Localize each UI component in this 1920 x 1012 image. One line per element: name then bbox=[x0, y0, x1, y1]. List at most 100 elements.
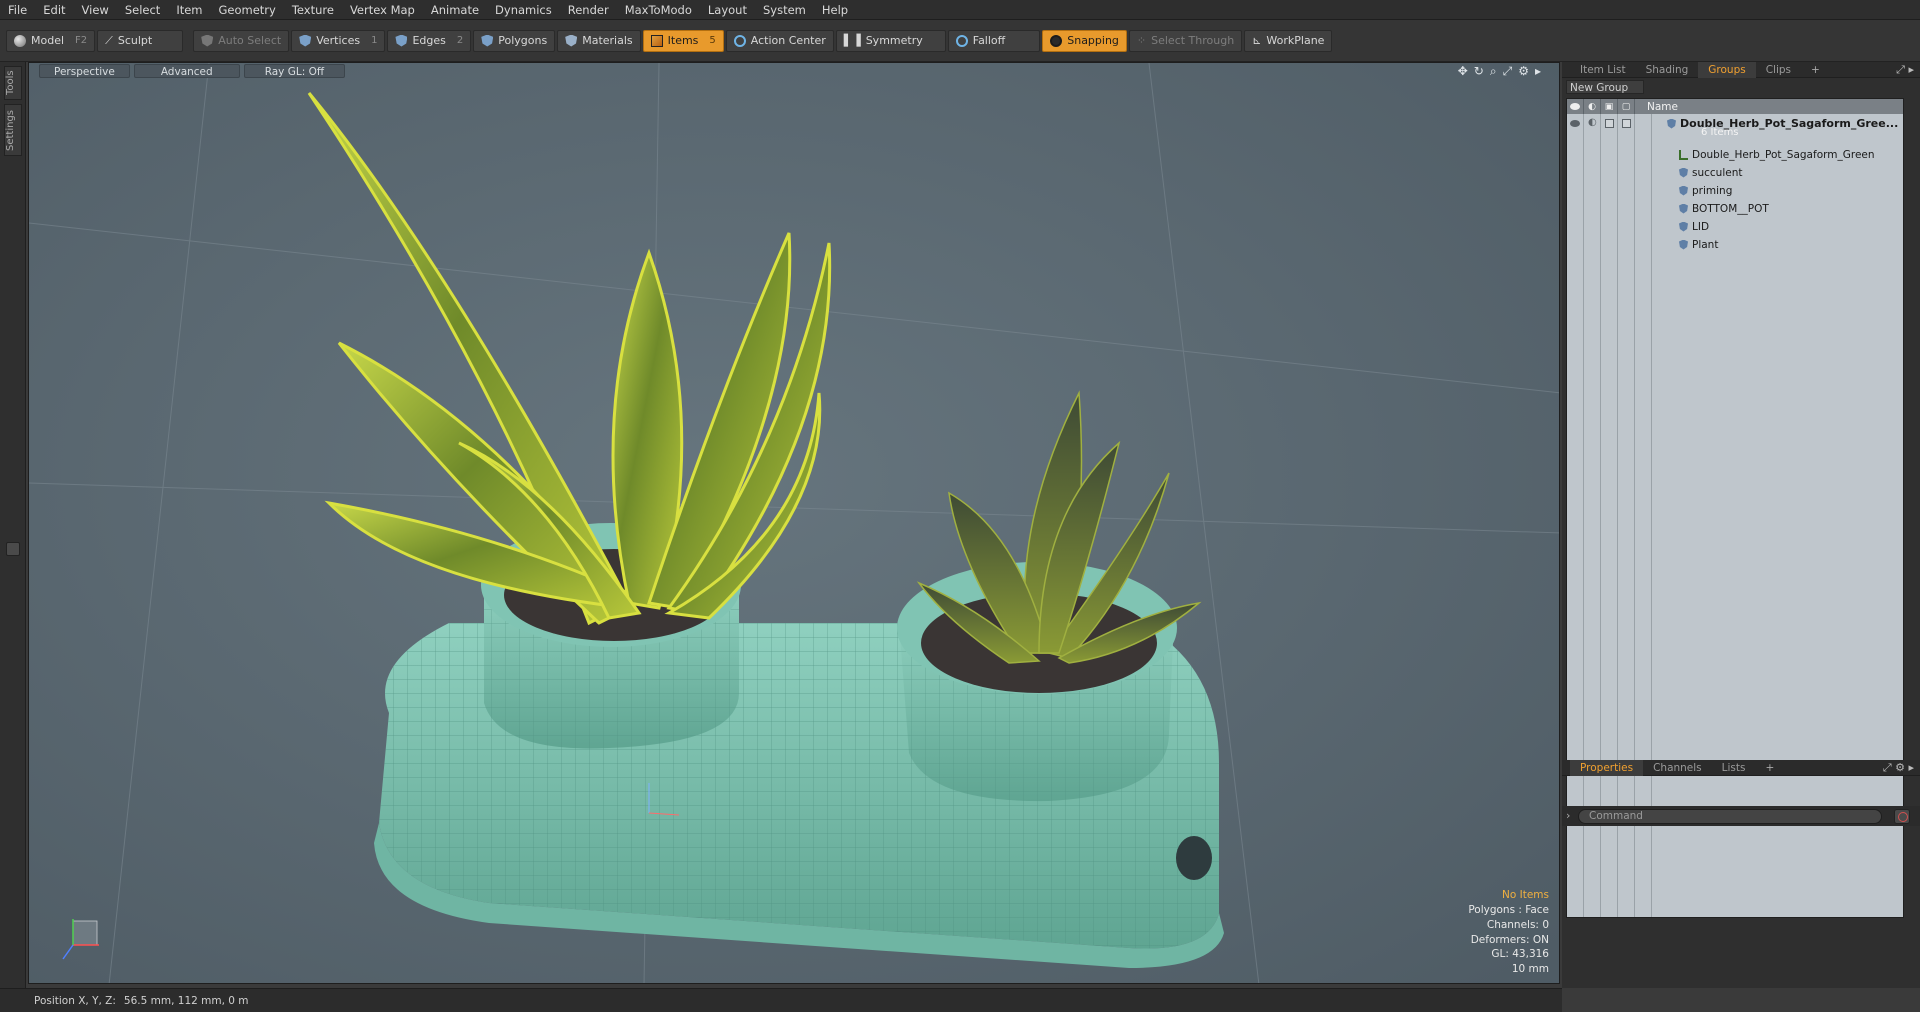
panel-toggle-button[interactable] bbox=[6, 542, 20, 556]
menu-maxtomodo[interactable]: MaxToModo bbox=[617, 0, 700, 20]
position-value: 56.5 mm, 112 mm, 0 m bbox=[123, 994, 249, 1007]
command-input[interactable]: Command bbox=[1578, 809, 1882, 824]
select-column-icon[interactable]: ▢ bbox=[1618, 99, 1635, 114]
maximize-icon[interactable]: ⤢ bbox=[1503, 64, 1513, 79]
edges-button[interactable]: Edges 2 bbox=[387, 29, 472, 52]
bottom-panel-tabs: Properties Channels Lists + ⤢ ⚙ ▸ bbox=[1562, 759, 1920, 776]
menu-layout[interactable]: Layout bbox=[700, 0, 755, 20]
visibility-column-icon[interactable] bbox=[1567, 99, 1584, 114]
render-toggle-icon[interactable]: ◐ bbox=[1588, 117, 1597, 128]
list-item[interactable]: succulent bbox=[1567, 165, 1903, 180]
polygons-button[interactable]: Polygons bbox=[473, 29, 556, 52]
vertices-icon bbox=[299, 34, 312, 47]
select-checkbox[interactable] bbox=[1622, 119, 1631, 128]
add-tab-button[interactable]: + bbox=[1755, 760, 1784, 776]
shading-mode-button[interactable]: Advanced bbox=[133, 64, 240, 78]
gear-icon[interactable]: ⚙ bbox=[1518, 64, 1529, 79]
menu-help[interactable]: Help bbox=[814, 0, 856, 20]
action-center-icon bbox=[733, 34, 746, 47]
zoom-icon[interactable]: ⌕ bbox=[1490, 64, 1497, 79]
tab-groups[interactable]: Groups bbox=[1698, 61, 1756, 78]
position-label: Position X, Y, Z: bbox=[34, 994, 116, 1007]
action-center-button[interactable]: Action Center bbox=[725, 29, 834, 52]
menu-item[interactable]: Item bbox=[168, 0, 210, 20]
hud-deformers: Deformers: ON bbox=[1470, 933, 1549, 946]
model-button[interactable]: Model F2 bbox=[6, 29, 96, 52]
tab-shading[interactable]: Shading bbox=[1636, 62, 1699, 78]
vertices-button[interactable]: Vertices 1 bbox=[291, 29, 386, 52]
workplane-button[interactable]: ⊾ WorkPlane bbox=[1244, 29, 1333, 52]
tab-channels[interactable]: Channels bbox=[1643, 760, 1712, 776]
chevron-right-icon[interactable]: ▸ bbox=[1535, 64, 1541, 79]
snapping-button[interactable]: Snapping bbox=[1042, 29, 1127, 52]
main-toolbar: Model F2 ⟋ Sculpt Auto Select Vertices 1 Ed… bbox=[0, 20, 1920, 62]
symmetry-button[interactable]: ▌▐ Symmetry bbox=[835, 29, 946, 52]
model-icon bbox=[14, 34, 26, 47]
items-icon bbox=[650, 34, 663, 47]
menu-edit[interactable]: Edit bbox=[35, 0, 73, 20]
list-item[interactable]: Plant bbox=[1567, 237, 1903, 252]
sculpt-button[interactable]: ⟋ Sculpt bbox=[97, 29, 184, 52]
list-item[interactable]: BOTTOM__POT bbox=[1567, 201, 1903, 216]
tab-lists[interactable]: Lists bbox=[1712, 760, 1756, 776]
mesh-icon bbox=[1679, 185, 1688, 196]
tools-tab[interactable]: Tools bbox=[4, 66, 22, 100]
menu-vertex-map[interactable]: Vertex Map bbox=[342, 0, 423, 20]
add-tab-button[interactable]: + bbox=[1801, 62, 1830, 78]
tab-item-list[interactable]: Item List bbox=[1570, 62, 1636, 78]
rotate-icon[interactable]: ↻ bbox=[1474, 64, 1484, 79]
menu-file[interactable]: File bbox=[0, 0, 35, 20]
lock-checkbox[interactable] bbox=[1605, 119, 1614, 128]
list-item[interactable]: LID bbox=[1567, 219, 1903, 234]
list-item[interactable]: priming bbox=[1567, 183, 1903, 198]
mesh-icon bbox=[1679, 239, 1688, 250]
menu-bar: File Edit View Select Item Geometry Texture Ver… bbox=[0, 0, 1920, 20]
new-group-button[interactable]: New Group bbox=[1566, 80, 1644, 94]
tab-clips[interactable]: Clips bbox=[1756, 62, 1801, 78]
menu-system[interactable]: System bbox=[755, 0, 814, 20]
pan-icon[interactable]: ✥ bbox=[1458, 64, 1468, 79]
view-perspective-button[interactable]: Perspective bbox=[39, 64, 130, 78]
edges-icon bbox=[395, 34, 408, 47]
render-column-icon[interactable]: ◐ bbox=[1584, 99, 1601, 114]
axis-gizmo bbox=[62, 919, 99, 960]
menu-select[interactable]: Select bbox=[117, 0, 168, 20]
command-history-button[interactable] bbox=[1894, 809, 1910, 824]
3d-viewport[interactable]: Perspective Advanced Ray GL: Off ✥ ↻ ⌕ ⤢… bbox=[28, 62, 1560, 984]
group-icon bbox=[1667, 118, 1676, 129]
tab-properties[interactable]: Properties bbox=[1570, 759, 1644, 776]
falloff-icon bbox=[955, 34, 968, 47]
auto-select-icon bbox=[201, 34, 214, 47]
groups-list-header: ◐ ▣ ▢ Name bbox=[1567, 99, 1903, 114]
falloff-button[interactable]: Falloff bbox=[947, 29, 1041, 52]
right-panel: Item List Shading Groups Clips + ⤢ ▸ New… bbox=[1562, 61, 1920, 988]
auto-select-button[interactable]: Auto Select bbox=[193, 29, 290, 52]
visibility-eye-icon[interactable] bbox=[1570, 120, 1580, 127]
menu-texture[interactable]: Texture bbox=[284, 0, 342, 20]
name-column-header[interactable]: Name bbox=[1635, 101, 1678, 113]
gear-icon[interactable]: ⤢ ⚙ ▸ bbox=[1883, 761, 1914, 775]
menu-dynamics[interactable]: Dynamics bbox=[487, 0, 560, 20]
menu-view[interactable]: View bbox=[74, 0, 117, 20]
menu-render[interactable]: Render bbox=[560, 0, 617, 20]
viewport-scene bbox=[29, 63, 1559, 983]
symmetry-icon: ▌▐ bbox=[843, 34, 861, 47]
mesh-icon bbox=[1679, 167, 1688, 178]
menu-animate[interactable]: Animate bbox=[423, 0, 487, 20]
hud-items: No Items bbox=[1502, 889, 1549, 902]
select-through-button[interactable]: ⁘ Select Through bbox=[1128, 29, 1243, 52]
chevron-right-icon: › bbox=[1566, 809, 1571, 822]
list-item[interactable]: Double_Herb_Pot_Sagaform_Green bbox=[1567, 147, 1903, 162]
menu-geometry[interactable]: Geometry bbox=[211, 0, 284, 20]
materials-button[interactable]: Materials bbox=[557, 29, 641, 52]
hud-scale: 10 mm bbox=[1511, 963, 1549, 976]
lock-column-icon[interactable]: ▣ bbox=[1601, 99, 1618, 114]
viewport-nav-icons: ✥ ↻ ⌕ ⤢ ⚙ ▸ bbox=[1458, 64, 1541, 79]
hud-channels: Channels: 0 bbox=[1486, 918, 1549, 931]
maximize-icon[interactable]: ⤢ ▸ bbox=[1896, 63, 1914, 77]
items-button[interactable]: Items 5 bbox=[642, 29, 724, 52]
settings-tab[interactable]: Settings bbox=[4, 104, 22, 156]
raygl-toggle[interactable]: Ray GL: Off bbox=[243, 64, 346, 78]
left-tool-strip: Tools Settings bbox=[0, 62, 26, 988]
group-item-count: 6 Items bbox=[1701, 127, 1739, 138]
